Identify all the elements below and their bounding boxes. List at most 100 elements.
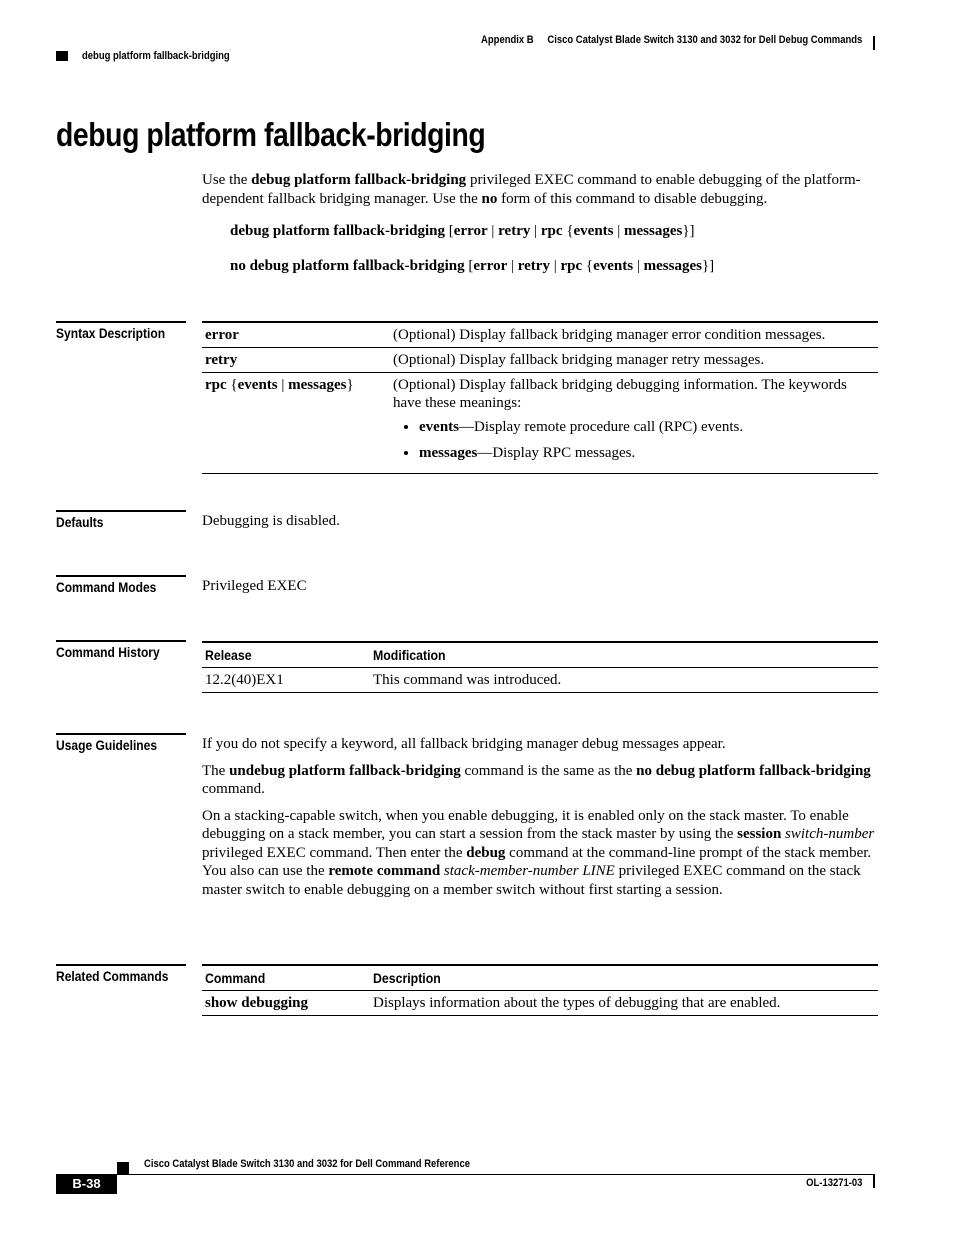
usage-paragraph: The undebug platform fallback-bridging c… [202, 762, 878, 799]
command-name: session [737, 826, 782, 842]
syntax-punct: | [277, 377, 289, 393]
syntax-keyword-cell: retry [202, 347, 390, 373]
description-cell: Displays information about the types of … [370, 990, 878, 1016]
chapter-title: Cisco Catalyst Blade Switch 3130 and 303… [547, 34, 862, 46]
section-label-usage-guidelines: Usage Guidelines [56, 733, 186, 753]
text: privileged EXEC command. Then enter the [202, 844, 467, 861]
syntax-punct: | [633, 258, 644, 274]
page-number: B-38 [56, 1174, 117, 1194]
running-head: debug platform fallback-bridging [82, 50, 230, 62]
keyword: retry [205, 352, 238, 368]
header-text: Command [205, 970, 266, 986]
bullet-term: events [419, 419, 459, 435]
table-row: 12.2(40)EX1 This command was introduced. [202, 667, 878, 693]
command-name: debug [466, 844, 506, 861]
section-label-related-commands: Related Commands [56, 964, 186, 984]
header-text: Description [373, 970, 441, 986]
syntax-keyword: retry [517, 258, 550, 274]
table-header-row: Release Modification [202, 641, 878, 668]
syntax-punct: [ [445, 223, 454, 239]
footer-rule [117, 1174, 875, 1175]
keyword: rpc [205, 377, 227, 393]
syntax-keyword: rpc [540, 223, 563, 239]
argument: switch-number [785, 826, 875, 842]
keyword: error [205, 327, 239, 343]
intro-text: form of this command to disable debuggin… [497, 190, 768, 207]
syntax-keyword: messages [643, 258, 702, 274]
related-command-name: show debugging [205, 995, 308, 1011]
syntax-description-cell: (Optional) Display fallback bridging man… [390, 347, 878, 373]
defaults-text: Debugging is disabled. [202, 513, 340, 529]
section-label-text: Related Commands [56, 968, 169, 984]
syntax-punct: } [346, 377, 354, 393]
section-label-syntax-description: Syntax Description [56, 321, 186, 341]
bullet-text: —Display remote procedure call (RPC) eve… [459, 419, 744, 435]
intro-no-keyword: no [481, 190, 498, 207]
command-name: undebug platform fallback-bridging [229, 762, 461, 779]
table-row: retry (Optional) Display fallback bridgi… [202, 347, 878, 373]
intro-text: Use the [202, 172, 252, 188]
footer-marker [117, 1162, 129, 1174]
column-header-description: Description [370, 964, 878, 991]
column-header-release: Release [202, 641, 370, 668]
syntax-keyword: error [453, 223, 488, 239]
syntax-keyword: messages [624, 223, 683, 239]
syntax-punct: }] [682, 223, 695, 239]
text: The [202, 762, 230, 779]
release-cell: 12.2(40)EX1 [202, 667, 370, 693]
syntax-description-table: error (Optional) Display fallback bridgi… [202, 321, 878, 474]
footer-bar [873, 1175, 875, 1188]
keyword-meanings-list: events—Display remote procedure call (RP… [393, 418, 875, 462]
syntax-description-cell: (Optional) Display fallback bridging deb… [390, 372, 878, 474]
appendix-label: Appendix B [480, 34, 534, 46]
table-row: rpc {events | messages} (Optional) Displ… [202, 372, 878, 474]
syntax-punct: | [549, 258, 561, 274]
syntax-keyword: retry [498, 223, 531, 239]
list-item: messages—Display RPC messages. [419, 444, 875, 462]
description-text: (Optional) Display fallback bridging deb… [393, 377, 847, 411]
column-header-modification: Modification [370, 641, 878, 668]
syntax-command: debug platform fallback-bridging [230, 223, 446, 239]
command-history-table: Release Modification 12.2(40)EX1 This co… [202, 641, 878, 693]
syntax-punct: | [613, 223, 625, 239]
syntax-command: no debug platform fallback-bridging [230, 258, 465, 274]
syntax-punct: }] [701, 258, 715, 274]
page-header-chapter: Appendix B Cisco Catalyst Blade Switch 31… [481, 34, 862, 46]
syntax-keyword: error [473, 258, 508, 274]
syntax-line-no-debug: no debug platform fallback-bridging [err… [230, 258, 714, 275]
related-commands-table: Command Description show debugging Displ… [202, 964, 878, 1016]
syntax-punct: | [507, 258, 518, 274]
bullet-text: —Display RPC messages. [477, 445, 636, 461]
syntax-keyword: events [573, 223, 614, 239]
text: command. [202, 781, 265, 797]
command-cell: show debugging [202, 990, 370, 1016]
section-label-command-modes: Command Modes [56, 575, 186, 595]
usage-paragraph: On a stacking-capable switch, when you e… [202, 807, 878, 900]
syntax-punct: { [562, 223, 574, 239]
argument: stack-member-number LINE [443, 863, 615, 879]
syntax-keyword-cell: error [202, 321, 390, 348]
intro-command: debug platform fallback-bridging [251, 172, 467, 188]
usage-paragraph: If you do not specify a keyword, all fal… [202, 736, 726, 752]
command-name: no debug platform fallback-bridging [636, 762, 871, 779]
usage-guidelines-body: If you do not specify a keyword, all fal… [202, 735, 878, 907]
command-modes-text: Privileged EXEC [202, 578, 307, 594]
intro-paragraph: Use the debug platform fallback-bridging… [202, 171, 892, 208]
table-row: error (Optional) Display fallback bridgi… [202, 321, 878, 348]
section-label-command-history: Command History [56, 640, 186, 660]
header-text: Modification [373, 647, 446, 663]
header-marker [56, 51, 68, 61]
modification-cell: This command was introduced. [370, 667, 878, 693]
section-label-text: Command History [56, 644, 160, 660]
table-header-row: Command Description [202, 964, 878, 991]
command-name: remote command [328, 863, 441, 879]
column-header-command: Command [202, 964, 370, 991]
syntax-line-debug: debug platform fallback-bridging [error … [230, 223, 695, 240]
page-title: debug platform fallback-bridging [56, 116, 486, 153]
document-number: OL-13271-03 [805, 1177, 862, 1189]
keyword: events [237, 377, 278, 393]
syntax-punct: { [226, 377, 238, 393]
list-item: events—Display remote procedure call (RP… [419, 418, 875, 436]
section-label-text: Command Modes [56, 579, 157, 595]
syntax-description-cell: (Optional) Display fallback bridging man… [390, 321, 878, 348]
